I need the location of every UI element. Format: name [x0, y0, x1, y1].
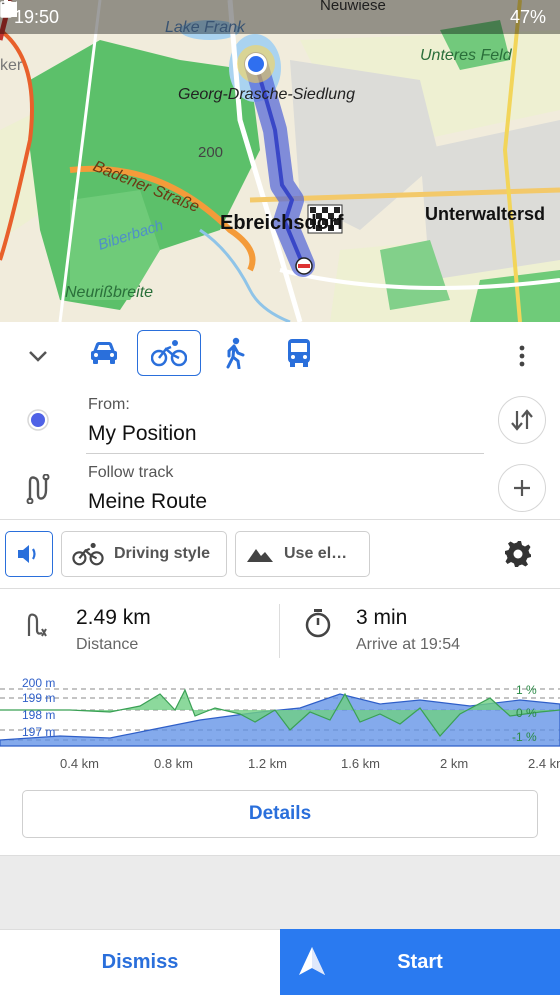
y-label-198: 198 m	[22, 708, 55, 722]
elevation-area	[0, 693, 560, 747]
slope-label-zero: 0 %	[516, 706, 537, 720]
y-label-197: 197 m	[22, 725, 55, 739]
x-label: 0.4 km	[60, 756, 99, 771]
bottom-action-bar: Dismiss Start	[0, 929, 560, 995]
car-icon	[91, 342, 117, 364]
map-label-elevation: 200	[198, 144, 223, 161]
arrival-label: Arrive at 19:54	[356, 636, 461, 653]
divider	[0, 855, 560, 856]
start-label: Start	[397, 950, 443, 973]
y-label-199: 199 m	[22, 691, 55, 705]
start-button[interactable]: Start	[280, 929, 560, 995]
battery-percent: 47%	[509, 6, 546, 27]
map-label-siedlung: Georg-Drasche-Siedlung	[178, 86, 355, 103]
from-value[interactable]: My Position	[88, 422, 197, 446]
driving-style-button[interactable]: Driving style	[61, 531, 227, 577]
navigation-arrow-icon	[299, 947, 325, 975]
time-value: 3 min	[356, 606, 408, 629]
mode-transit-button[interactable]	[267, 330, 331, 376]
track-field[interactable]: Follow track Meine Route	[0, 460, 560, 522]
map-view[interactable]: Lake Frank Neuwiese Unteres Feld Georg-D…	[0, 0, 560, 322]
voice-guidance-button[interactable]	[5, 531, 53, 577]
distance-label: Distance	[76, 636, 139, 653]
chevron-down-icon	[29, 351, 47, 362]
x-label: 2.4 km	[528, 756, 560, 771]
dismiss-button[interactable]: Dismiss	[0, 929, 280, 995]
mode-pedestrian-button[interactable]	[202, 330, 266, 376]
y-label-200: 200 m	[22, 676, 55, 690]
route-panel: From: My Position Follow track Meine Rou…	[0, 322, 560, 855]
swap-button[interactable]	[498, 396, 546, 444]
x-label: 1.6 km	[341, 756, 380, 771]
divider	[0, 519, 560, 520]
plus-icon	[514, 480, 530, 496]
collapse-button[interactable]	[20, 338, 56, 374]
clock: 19:50	[14, 6, 60, 27]
dismiss-label: Dismiss	[101, 951, 179, 973]
bicycle-icon	[72, 542, 104, 566]
gear-icon	[505, 541, 531, 567]
slope-label-pos: 1 %	[516, 683, 537, 697]
start-point-icon	[27, 409, 49, 431]
distance-value: 2.49 km	[76, 606, 151, 629]
details-button[interactable]: Details	[22, 790, 538, 838]
pedestrian-icon	[226, 337, 245, 369]
map-label-unteres-feld: Unteres Feld	[420, 47, 513, 64]
mode-bicycle-button[interactable]	[137, 330, 201, 376]
map-label-ker: ker	[0, 57, 23, 74]
from-label: From:	[88, 396, 130, 413]
bicycle-icon	[151, 340, 187, 367]
route-preparation-screen: Lake Frank Neuwiese Unteres Feld Georg-D…	[0, 0, 560, 995]
mountain-icon	[247, 549, 273, 562]
time-stat: 3 min Arrive at 19:54	[356, 606, 460, 654]
battery-icon	[0, 0, 12, 18]
x-label: 0.8 km	[154, 756, 193, 771]
elevation-chart[interactable]: 200 m 199 m 198 m 197 m 1 % 0 % -1 % 0.4…	[0, 670, 560, 780]
more-options-button[interactable]	[504, 338, 540, 374]
add-waypoint-button[interactable]	[498, 464, 546, 512]
status-bar: 19:50 47%	[0, 0, 560, 34]
x-label: 2 km	[440, 756, 468, 771]
from-underline	[86, 453, 484, 454]
speaker-icon	[18, 545, 36, 563]
stopwatch-icon	[305, 609, 331, 638]
swap-arrows-icon	[511, 409, 533, 431]
x-label: 1.2 km	[248, 756, 287, 771]
divider	[0, 588, 560, 589]
map-canvas[interactable]: Lake Frank Neuwiese Unteres Feld Georg-D…	[0, 0, 560, 322]
distance-stat: 2.49 km Distance	[76, 606, 151, 654]
slope-label-neg: -1 %	[512, 730, 537, 744]
from-field[interactable]: From: My Position	[0, 392, 560, 454]
map-label-unterwaltersdorf: Unterwaltersd	[425, 204, 545, 224]
distance-icon	[27, 613, 47, 637]
map-label-ebreichsdorf: Ebreichsdorf	[220, 212, 344, 234]
track-value[interactable]: Meine Route	[88, 490, 207, 514]
use-elevation-label: Use el…	[284, 545, 348, 562]
mode-car-button[interactable]	[72, 330, 136, 376]
track-label: Follow track	[88, 464, 174, 481]
settings-button[interactable]	[504, 540, 540, 570]
details-label: Details	[248, 803, 312, 824]
map-label-neurissbreite: Neurißbreite	[65, 284, 153, 301]
stats-divider	[279, 604, 280, 658]
use-elevation-button[interactable]: Use el…	[235, 531, 370, 577]
transport-mode-selector	[0, 328, 560, 380]
more-vertical-icon	[519, 345, 525, 367]
driving-style-label: Driving style	[114, 545, 211, 562]
track-icon	[26, 474, 50, 504]
bus-icon	[288, 339, 310, 367]
